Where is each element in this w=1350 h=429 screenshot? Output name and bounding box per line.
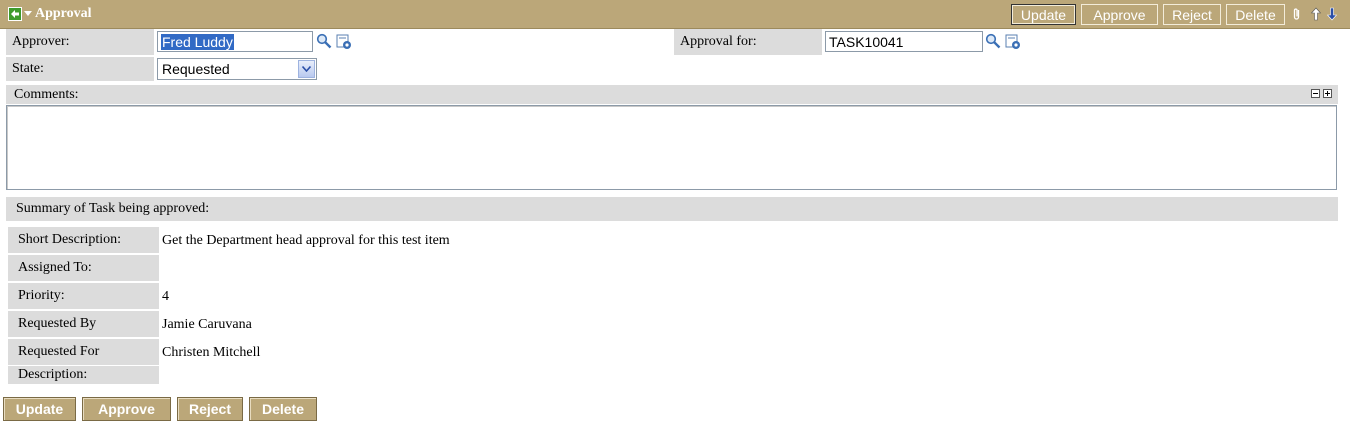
- approver-reference-icon[interactable]: [336, 34, 352, 50]
- approver-input[interactable]: Fred Luddy: [157, 31, 313, 52]
- expand-icon[interactable]: [1323, 89, 1332, 98]
- footer-update-button[interactable]: Update: [3, 397, 76, 421]
- summary-label-short-description: Short Description:: [8, 227, 159, 253]
- approval-for-label: Approval for:: [674, 29, 822, 55]
- footer-reject-button[interactable]: Reject: [177, 397, 243, 421]
- approval-for-input[interactable]: TASK10041: [825, 31, 983, 52]
- summary-value-short-description: Get the Department head approval for thi…: [162, 233, 450, 248]
- up-arrow-icon[interactable]: [1310, 7, 1322, 21]
- form-header: Approval Update Approve Reject Delete: [0, 0, 1350, 29]
- header-delete-button[interactable]: Delete: [1226, 4, 1285, 25]
- summary-value-requested-by: Jamie Caruvana: [162, 317, 252, 332]
- summary-label-requested-for: Requested For: [8, 339, 159, 365]
- chevron-down-icon[interactable]: [298, 60, 315, 78]
- state-select[interactable]: Requested: [157, 58, 317, 80]
- comments-textarea[interactable]: [6, 105, 1337, 190]
- footer-approve-button[interactable]: Approve: [82, 397, 171, 421]
- approver-magnifier-icon[interactable]: [316, 33, 332, 49]
- approver-value: Fred Luddy: [161, 33, 234, 50]
- footer-delete-button[interactable]: Delete: [249, 397, 317, 421]
- header-reject-button[interactable]: Reject: [1163, 4, 1221, 25]
- approver-label: Approver:: [6, 29, 154, 55]
- header-update-button[interactable]: Update: [1011, 4, 1076, 25]
- summary-value-requested-for: Christen Mitchell: [162, 345, 261, 360]
- menu-arrow-icon[interactable]: [24, 11, 32, 16]
- summary-label-priority: Priority:: [8, 283, 159, 309]
- back-arrow-icon[interactable]: [8, 7, 22, 21]
- summary-label-description: Description:: [8, 366, 159, 384]
- state-value: Requested: [162, 61, 230, 77]
- form-title: Approval: [35, 6, 92, 21]
- summary-heading-text: Summary of Task being approved:: [16, 201, 210, 216]
- comments-label: Comments:: [14, 86, 79, 102]
- approval-for-reference-icon[interactable]: [1005, 34, 1021, 50]
- down-arrow-icon[interactable]: [1326, 7, 1338, 21]
- summary-value-priority: 4: [162, 289, 169, 304]
- summary-label-assigned-to: Assigned To:: [8, 255, 159, 281]
- header-approve-button[interactable]: Approve: [1081, 4, 1158, 25]
- summary-heading: Summary of Task being approved:: [6, 197, 1338, 221]
- approval-for-value: TASK10041: [829, 33, 904, 50]
- state-label: State:: [6, 57, 154, 81]
- approval-for-magnifier-icon[interactable]: [985, 33, 1001, 49]
- comments-header: Comments:: [6, 85, 1338, 104]
- collapse-icon[interactable]: [1311, 89, 1320, 98]
- summary-label-requested-by: Requested By: [8, 311, 159, 337]
- paperclip-icon[interactable]: [1291, 7, 1303, 21]
